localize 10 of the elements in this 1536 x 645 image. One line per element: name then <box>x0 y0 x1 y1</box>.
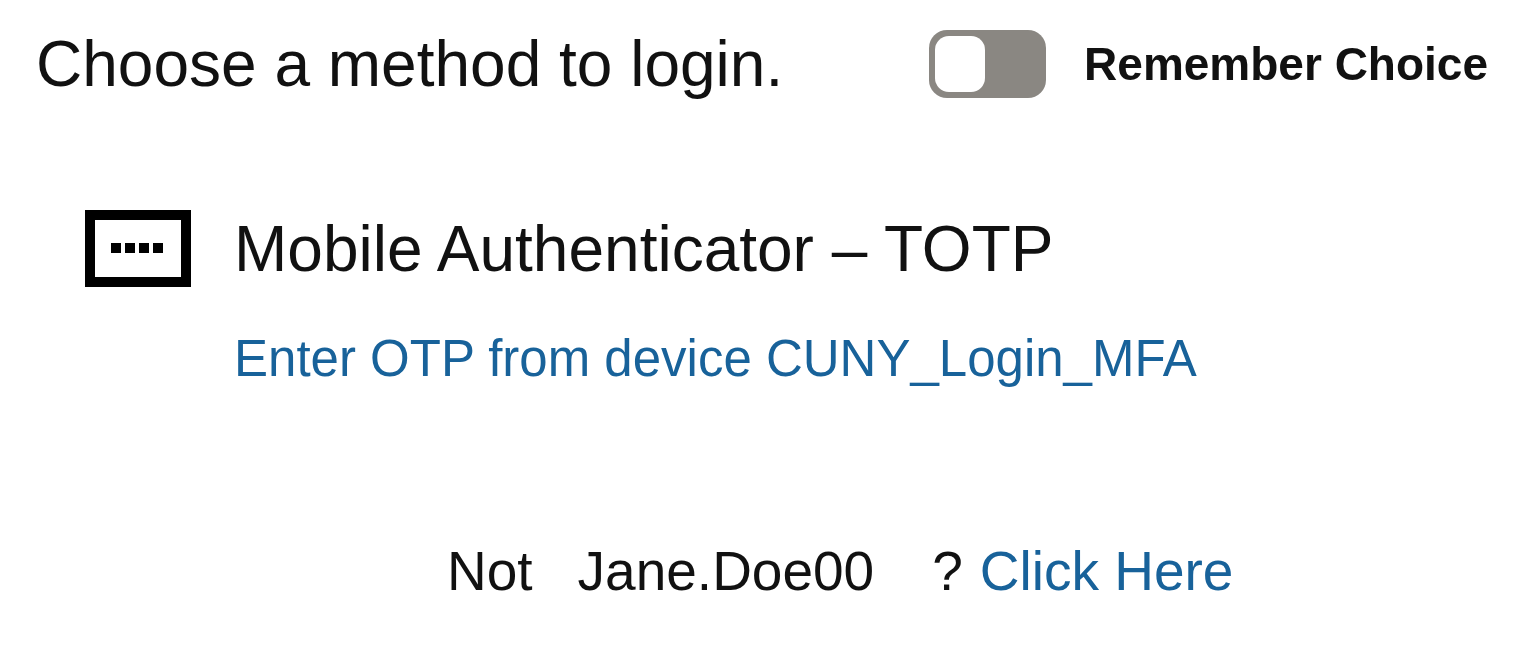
click-here-link[interactable]: Click Here <box>979 544 1234 599</box>
remember-choice-toggle[interactable] <box>929 30 1047 98</box>
method-description-link[interactable]: Enter OTP from device CUNY_Login_MFA <box>234 330 1197 387</box>
username-text: Jane.Doe00 <box>577 544 875 599</box>
question-mark-text: ? <box>932 544 963 599</box>
not-label: Not <box>447 544 533 599</box>
method-title[interactable]: Mobile Authenticator – TOTP <box>234 216 1054 281</box>
remember-choice-label: Remember Choice <box>1084 41 1488 87</box>
toggle-knob-icon <box>935 36 986 92</box>
password-field-icon <box>85 210 191 287</box>
